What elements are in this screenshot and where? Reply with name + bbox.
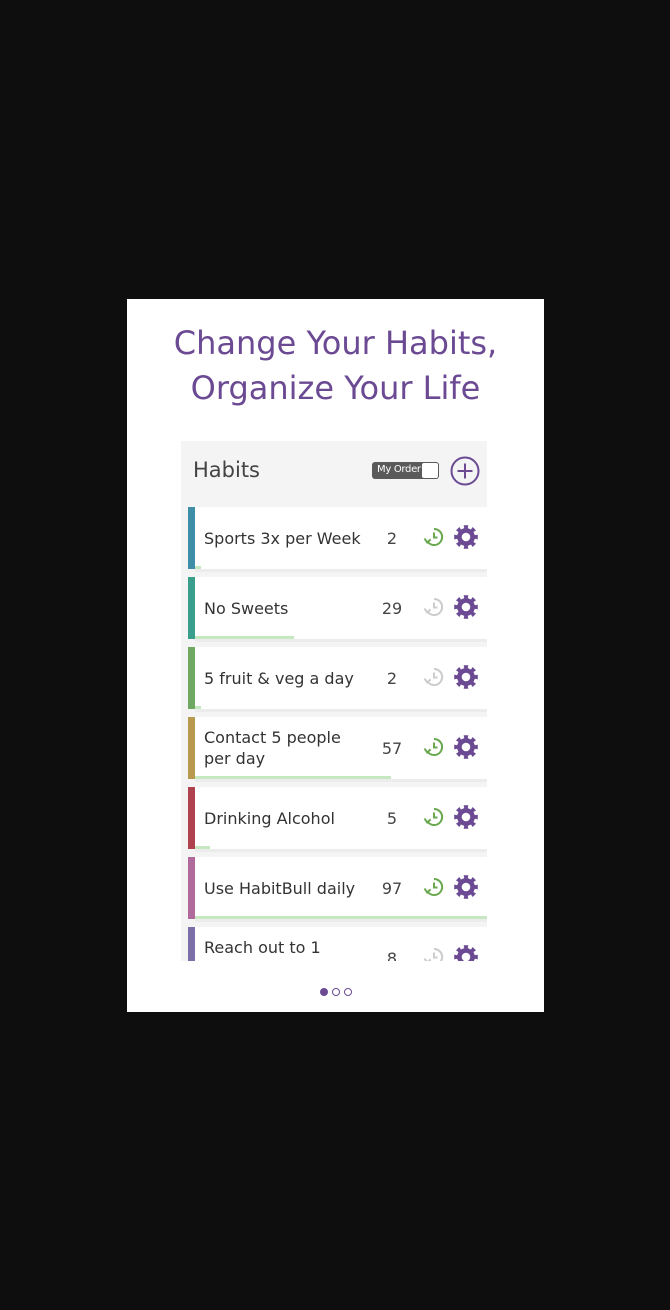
habit-color-bar [188,927,195,961]
page-dot[interactable] [343,988,352,996]
habit-streak-count: 57 [381,738,403,758]
headline-line-2: Organize Your Life [190,369,481,407]
habit-name: Reach out to 1 person a day [204,938,321,961]
habit-row[interactable]: Drinking Alcohol 5 [188,787,487,852]
gear-icon[interactable] [453,594,479,620]
headline: Change Your Habits, Organize Your Life [127,321,544,411]
my-order-label: My Order [377,464,421,475]
my-order-toggle[interactable]: My Order [372,462,439,479]
habit-color-bar [188,787,195,849]
preview-header: Habits My Order [181,441,487,505]
gear-icon[interactable] [453,664,479,690]
habit-row[interactable]: Reach out to 1 person a day 8 [188,927,487,961]
gear-icon[interactable] [453,524,479,550]
habit-color-bar [188,577,195,639]
row-divider [195,639,487,642]
habit-color-bar [188,507,195,569]
toggle-knob [422,463,438,478]
habit-color-bar [188,717,195,779]
gear-icon[interactable] [453,944,479,961]
gear-icon[interactable] [453,874,479,900]
plus-circle-icon[interactable] [450,456,480,486]
habit-streak-count: 2 [386,668,398,688]
row-divider [195,919,487,922]
gear-icon[interactable] [453,804,479,830]
row-divider [195,849,487,852]
habit-name: Drinking Alcohol [204,808,335,828]
page-indicator [127,988,544,996]
habit-color-bar [188,857,195,919]
reminder-clock-icon[interactable] [423,946,445,961]
headline-line-1: Change Your Habits, [173,324,498,362]
reminder-clock-icon[interactable] [423,596,445,618]
habit-streak-count: 8 [386,948,398,962]
reminder-clock-icon[interactable] [423,806,445,828]
reminder-clock-icon[interactable] [423,666,445,688]
row-divider [195,569,487,572]
habit-name: Use HabitBull daily [204,878,356,898]
habit-streak-count: 2 [386,528,398,548]
row-divider [195,779,487,782]
screen-title: Habits [193,458,260,482]
habit-color-bar [188,647,195,709]
habit-streak-count: 29 [381,598,403,618]
habit-row[interactable]: No Sweets 29 [188,577,487,642]
reminder-clock-icon[interactable] [423,736,445,758]
habit-row[interactable]: Contact 5 people per day 57 [188,717,487,782]
habit-row[interactable]: 5 fruit & veg a day 2 [188,647,487,712]
row-divider [195,709,487,712]
habit-streak-count: 5 [386,808,398,828]
gear-icon[interactable] [453,734,479,760]
page-dot[interactable] [331,988,340,996]
reminder-clock-icon[interactable] [423,526,445,548]
habit-row[interactable]: Use HabitBull daily 97 [188,857,487,922]
page-dot[interactable] [319,988,328,996]
habit-name: No Sweets [204,598,289,618]
reminder-clock-icon[interactable] [423,876,445,898]
habit-name: 5 fruit & veg a day [204,668,354,688]
habit-name: Contact 5 people per day [204,728,341,768]
habit-name: Sports 3x per Week [204,528,361,548]
onboarding-card: Change Your Habits, Organize Your Life H… [127,299,544,1012]
app-preview: Habits My Order Sports 3x per Week 2 No Sw… [181,441,487,961]
habit-streak-count: 97 [381,878,403,898]
habit-row[interactable]: Sports 3x per Week 2 [188,507,487,572]
